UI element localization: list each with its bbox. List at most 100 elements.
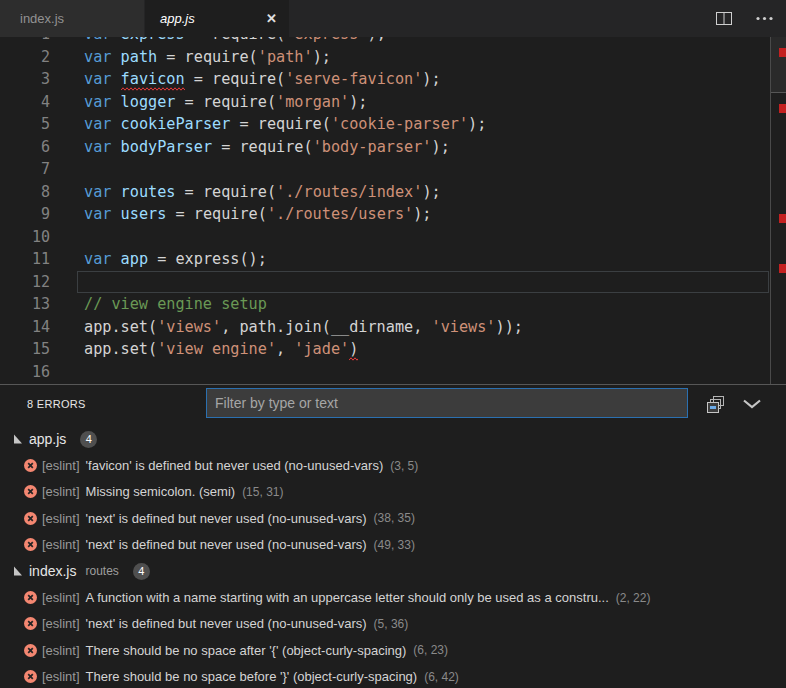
problem-row[interactable]: [eslint]'next' is defined but never used… (0, 532, 786, 558)
line-number: 16 (0, 361, 50, 384)
problem-location: (38, 35) (374, 511, 415, 525)
scrollbar-slider[interactable] (771, 37, 786, 93)
problems-tree: app.js4 [eslint] 'favicon' is defined but … (0, 426, 786, 688)
code-line[interactable]: 16 (0, 361, 769, 384)
line-number: 11 (0, 248, 50, 271)
code-line[interactable]: 9var users = require('./routes/users'); (0, 203, 769, 226)
editor-scrollbar[interactable] (770, 37, 786, 384)
code-line[interactable]: 11var app = express(); (0, 248, 769, 271)
problem-location: (15, 31) (242, 485, 283, 499)
tab-app-js[interactable]: app.js ✕ (145, 0, 290, 37)
problem-location: (3, 5) (390, 459, 418, 473)
error-ruler-mark (779, 214, 786, 223)
error-icon (24, 591, 37, 604)
close-icon[interactable]: ✕ (266, 11, 277, 26)
problem-location: (2, 22) (616, 591, 651, 605)
line-number: 7 (0, 158, 50, 181)
code-line[interactable]: 6var bodyParser = require('body-parser')… (0, 136, 769, 159)
line-number: 2 (0, 46, 50, 69)
problem-location: (6, 23) (413, 643, 448, 657)
tab-label: index.js (20, 11, 64, 26)
problem-message: 'next' is defined but never used (no-unu… (86, 616, 367, 631)
problem-row[interactable]: [eslint]There should be no space after '… (0, 637, 786, 663)
problems-filter-input[interactable] (206, 388, 688, 418)
error-count-badge: 4 (80, 431, 97, 448)
code-line[interactable]: 15app.set('view engine', 'jade') (0, 338, 769, 361)
problem-message: A function with a name starting with an … (86, 590, 609, 605)
line-number: 14 (0, 316, 50, 339)
error-ruler-mark (779, 48, 786, 57)
line-number: 4 (0, 91, 50, 114)
line-number: 10 (0, 226, 50, 249)
problem-source: [eslint] (42, 669, 80, 684)
problem-row[interactable]: [eslint] Missing semicolon. (semi) (15, 31… (0, 479, 786, 505)
problem-source: [eslint] (42, 643, 80, 658)
error-icon (24, 538, 37, 551)
code-line[interactable]: 5var cookieParser = require('cookie-pars… (0, 113, 769, 136)
line-number: 13 (0, 293, 50, 316)
line-number: 12 (0, 271, 50, 294)
line-number: 5 (0, 113, 50, 136)
chevron-down-icon[interactable] (742, 399, 762, 409)
twistie-expanded-icon[interactable] (13, 566, 23, 576)
problem-row[interactable]: [eslint]There should be no space before … (0, 664, 786, 688)
line-number: 15 (0, 338, 50, 361)
split-editor-icon[interactable] (716, 12, 732, 25)
error-count-label: 8 ERRORS (27, 398, 86, 410)
more-actions-icon[interactable] (756, 16, 773, 21)
code-line[interactable]: 1var express = require('express'); (0, 37, 769, 46)
problem-location: (49, 33) (374, 538, 415, 552)
code-line[interactable]: 10 (0, 226, 769, 249)
code-line[interactable]: 8var routes = require('./routes/index'); (0, 181, 769, 204)
code-line[interactable]: 2var path = require('path'); (0, 46, 769, 69)
code-line[interactable]: 4var logger = require('morgan'); (0, 91, 769, 114)
problems-group-row[interactable]: app.js4 (0, 426, 786, 452)
line-number: 6 (0, 136, 50, 159)
problem-location: (5, 36) (374, 617, 409, 631)
problem-row[interactable]: [eslint] 'favicon' is defined but never u… (0, 452, 786, 478)
error-icon (24, 512, 37, 525)
code-line[interactable]: 12 (0, 271, 769, 294)
problems-panel: 8 ERRORS app.js4 [eslint] 'favicon' is def… (0, 384, 786, 688)
error-icon (24, 459, 37, 472)
code-line[interactable]: 7 (0, 158, 769, 181)
problem-location: (6, 42) (424, 670, 459, 684)
line-number: 9 (0, 203, 50, 226)
problem-row[interactable]: [eslint] 'next' is defined but never used… (0, 505, 786, 531)
error-count-badge: 4 (133, 563, 150, 580)
line-number: 3 (0, 68, 50, 91)
tab-index-js[interactable]: index.js (0, 0, 145, 37)
error-ruler-mark (779, 104, 786, 113)
error-icon (24, 617, 37, 630)
problem-source: [eslint] (42, 590, 80, 605)
problem-message: 'favicon' is defined but never used (no-… (86, 458, 384, 473)
problem-message: 'next' is defined but never used (no-unu… (86, 537, 367, 552)
error-icon (24, 644, 37, 657)
problem-source: [eslint] (42, 458, 80, 473)
code-line[interactable]: 13// view engine setup (0, 293, 769, 316)
problems-header: 8 ERRORS (0, 385, 786, 426)
twistie-expanded-icon[interactable] (13, 434, 23, 444)
code-editor[interactable]: 1var express = require('express');2var p… (0, 37, 786, 384)
problem-source: [eslint] (42, 511, 80, 526)
problem-message: 'next' is defined but never used (no-unu… (86, 511, 367, 526)
editor-actions (716, 0, 786, 37)
code-line[interactable]: 3var favicon = require('serve-favicon'); (0, 68, 769, 91)
error-squiggle-icon (349, 357, 358, 361)
problem-row[interactable]: [eslint] A function with a name starting … (0, 584, 786, 610)
collapse-all-icon[interactable] (706, 396, 725, 413)
editor-tab-bar: index.js app.js ✕ (0, 0, 786, 37)
problems-file-path: routes (85, 564, 118, 578)
problem-message: Missing semicolon. (semi) (86, 484, 236, 499)
error-icon (24, 485, 37, 498)
error-squiggle-icon (121, 87, 185, 91)
code-line[interactable]: 14app.set('views', path.join(__dirname, … (0, 316, 769, 339)
vscode-window: index.js app.js ✕ 1var express = require… (0, 0, 786, 688)
problems-group-row[interactable]: index.js routes 4 (0, 558, 786, 584)
error-ruler-mark (779, 264, 786, 273)
line-number: 8 (0, 181, 50, 204)
problem-row[interactable]: [eslint]'next' is defined but never used… (0, 611, 786, 637)
problems-file-name: index.js (29, 563, 76, 579)
error-icon (24, 670, 37, 683)
problem-source: [eslint] (42, 484, 80, 499)
